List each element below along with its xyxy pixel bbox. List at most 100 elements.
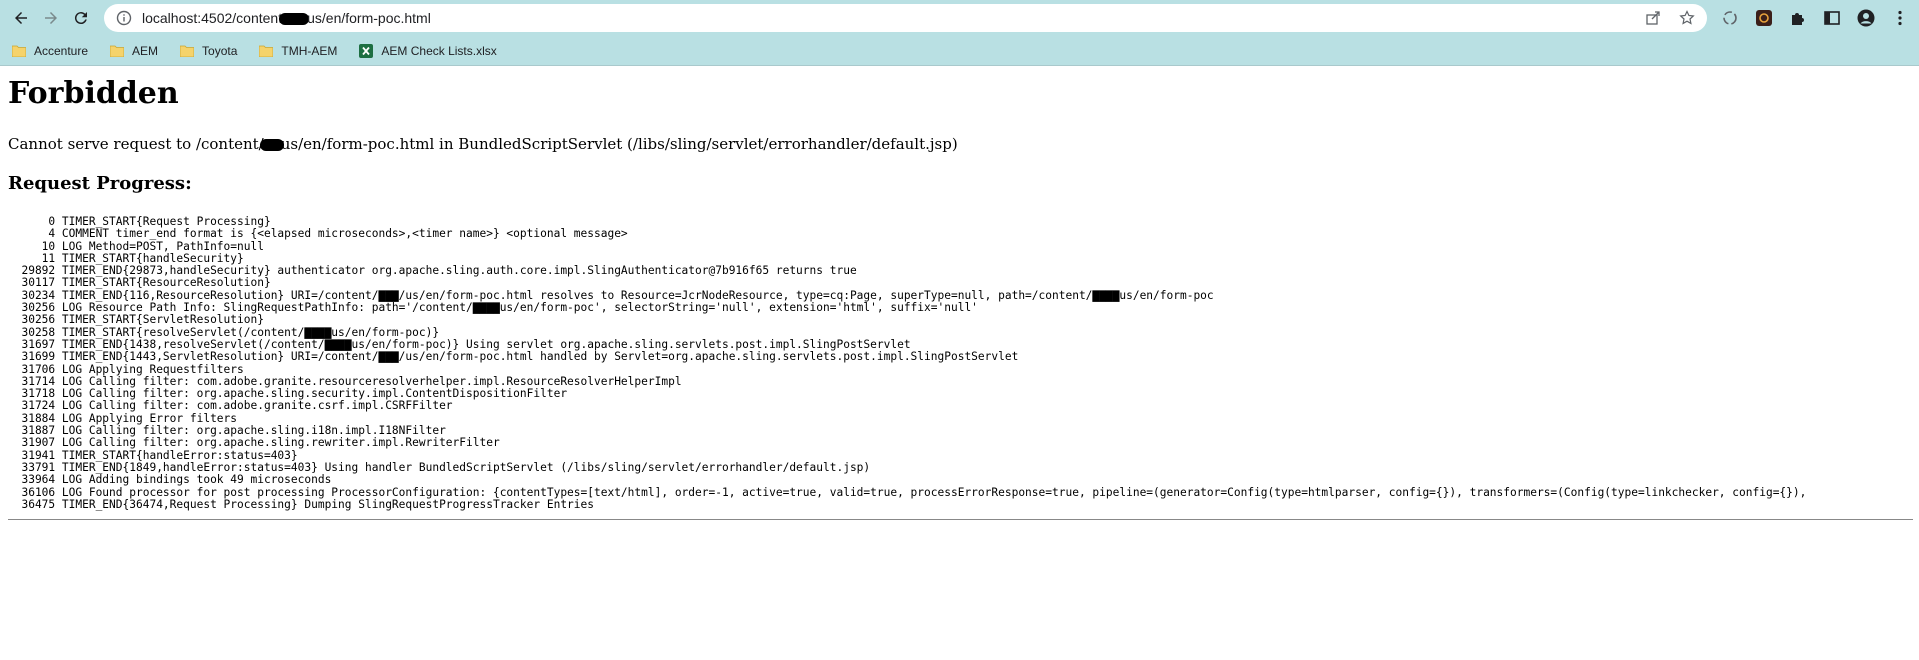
address-bar[interactable]: localhost:4502/content us/en/form-poc.htm… xyxy=(104,4,1707,32)
log-timestamp: 31941 xyxy=(8,448,56,462)
bookmark-tmh-aem[interactable]: TMH-AEM xyxy=(259,44,337,58)
bookmark-label: Toyota xyxy=(202,43,238,58)
log-timestamp: 31706 xyxy=(8,362,56,376)
log-message: LOG Method=POST, PathInfo=null xyxy=(55,239,264,253)
reload-icon xyxy=(74,12,87,25)
folder-icon xyxy=(12,45,26,57)
log-line: 36475 TIMER_END{36474,Request Processing… xyxy=(8,497,1911,511)
bookmark-label: TMH-AEM xyxy=(281,43,338,58)
profile-avatar-icon[interactable] xyxy=(1857,9,1875,27)
redaction xyxy=(279,13,310,26)
log-line: 30256 LOG Resource Path Info: SlingReque… xyxy=(8,301,1911,315)
log-timestamp: 0 xyxy=(8,215,56,228)
log-message: TIMER_END{36474,Request Processing} Dump… xyxy=(55,497,594,511)
log-timestamp: 30258 xyxy=(8,325,56,339)
browser-chrome: localhost:4502/content us/en/form-poc.htm… xyxy=(0,0,1919,66)
log-timestamp: 11 xyxy=(8,251,56,265)
bookmarks-bar: Accenture AEM Toyota TMH-AEM AEM Check L… xyxy=(0,36,1919,66)
more-menu-icon[interactable] xyxy=(1891,9,1909,27)
recycle-extension-icon[interactable] xyxy=(1721,9,1739,27)
folder-icon xyxy=(110,45,125,57)
log-line: 10 LOG Method=POST, PathInfo=null xyxy=(8,239,1911,253)
puzzle-extensions-icon[interactable] xyxy=(1789,9,1807,27)
log-line: 31724 LOG Calling filter: com.adobe.gran… xyxy=(8,400,1911,412)
log-timestamp: 33964 xyxy=(8,473,56,487)
browser-toolbar: localhost:4502/content us/en/form-poc.htm… xyxy=(0,0,1919,36)
folder-icon xyxy=(259,45,274,57)
log-line: 29892 TIMER_END{29873,handleSecurity} au… xyxy=(8,265,1911,277)
back-button[interactable] xyxy=(6,3,36,33)
log-timestamp: 31714 xyxy=(8,374,56,388)
progress-heading: Request Progress: xyxy=(8,173,192,194)
log-message: TIMER_END{29873,handleSecurity} authenti… xyxy=(55,264,857,278)
log-line: 31699 TIMER_END{1443,ServletResolution} … xyxy=(8,351,1911,363)
folder-icon xyxy=(180,45,195,57)
log-line: 4 COMMENT timer_end format is {<elapsed … xyxy=(8,228,1911,240)
log-message: TIMER_END{116,ResourceResolution} URI=/c… xyxy=(55,288,1214,302)
star-icon[interactable] xyxy=(1679,10,1695,26)
bookmark-label: AEM Check Lists.xlsx xyxy=(381,43,497,58)
log-timestamp: 31699 xyxy=(8,350,56,364)
url-prefix: localhost:4502/content xyxy=(142,10,283,26)
log-message: TIMER_START{handleSecurity} xyxy=(55,251,244,265)
divider xyxy=(8,519,1913,521)
log-timestamp: 31907 xyxy=(8,436,56,450)
url-text[interactable]: localhost:4502/content us/en/form-poc.htm… xyxy=(142,10,1645,26)
extensions-area xyxy=(1721,9,1909,27)
log-message: TIMER_END{1438,resolveServlet(/content/▇… xyxy=(55,337,911,351)
bookmark-accenture[interactable]: Accenture xyxy=(12,44,88,58)
info-icon[interactable] xyxy=(116,10,132,26)
log-message: LOG Adding bindings took 49 microseconds xyxy=(55,473,332,487)
camera-extension-icon[interactable] xyxy=(1755,9,1773,27)
reload-button[interactable] xyxy=(66,3,96,33)
log-message: TIMER_START{handleError:status=403} xyxy=(55,448,298,462)
log-timestamp: 36106 xyxy=(8,485,56,499)
log-message: LOG Calling filter: com.adobe.granite.re… xyxy=(55,374,682,388)
bookmark-label: Accenture xyxy=(34,43,89,58)
share-icon[interactable] xyxy=(1645,10,1661,26)
error-page: Forbidden Cannot serve request to /conte… xyxy=(0,76,1919,521)
log-timestamp: 30234 xyxy=(8,288,56,302)
error-message: Cannot serve request to /content/us/en/f… xyxy=(8,135,1911,153)
log-timestamp: 36475 xyxy=(8,497,56,511)
log-timestamp: 33791 xyxy=(8,460,56,474)
log-timestamp: 30256 xyxy=(8,313,56,327)
log-message: LOG Calling filter: com.adobe.granite.cs… xyxy=(55,399,453,413)
log-timestamp: 31718 xyxy=(8,387,56,401)
log-message: LOG Calling filter: org.apache.sling.sec… xyxy=(55,387,568,401)
message-suffix: us/en/form-poc.html in BundledScriptServ… xyxy=(280,135,958,153)
message-prefix: Cannot serve request to /content/ xyxy=(8,135,264,153)
log-timestamp: 10 xyxy=(8,239,56,253)
progress-log: 0 TIMER_START{Request Processing} 4 COMM… xyxy=(8,215,1911,511)
bookmark-label: AEM xyxy=(132,43,159,58)
excel-icon xyxy=(359,43,374,58)
log-message: TIMER_END{1849,handleError:status=403} U… xyxy=(55,460,871,474)
log-message: TIMER_END{1443,ServletResolution} URI=/c… xyxy=(55,350,1019,364)
bookmark-toyota[interactable]: Toyota xyxy=(180,44,237,58)
log-timestamp: 29892 xyxy=(8,264,56,278)
log-message: LOG Applying Error filters xyxy=(55,411,238,425)
log-message: LOG Calling filter: org.apache.sling.rew… xyxy=(55,436,500,450)
forward-button[interactable] xyxy=(36,3,66,33)
log-timestamp: 30256 xyxy=(8,301,56,315)
bookmark-aem[interactable]: AEM xyxy=(110,44,158,58)
side-panel-icon[interactable] xyxy=(1823,9,1841,27)
log-timestamp: 31697 xyxy=(8,337,56,351)
log-timestamp: 4 xyxy=(8,227,56,241)
log-message: TIMER_START{ServletResolution} xyxy=(55,313,264,327)
log-message: TIMER_START{resolveServlet(/content/▇▇▇▇… xyxy=(55,325,440,339)
log-message: TIMER_START{ResourceResolution} xyxy=(55,276,271,290)
log-timestamp: 31724 xyxy=(8,399,56,413)
arrow-left-icon xyxy=(15,12,27,24)
log-message: LOG Calling filter: org.apache.sling.i18… xyxy=(55,424,446,438)
log-message: LOG Resource Path Info: SlingRequestPath… xyxy=(55,301,978,315)
log-timestamp: 31887 xyxy=(8,424,56,438)
page-title: Forbidden xyxy=(8,76,179,111)
log-message: COMMENT timer_end format is {<elapsed mi… xyxy=(55,227,628,241)
log-message: LOG Found processor for post processing … xyxy=(55,485,1807,499)
bookmark-aem-checklists[interactable]: AEM Check Lists.xlsx xyxy=(359,43,497,58)
url-suffix: us/en/form-poc.html xyxy=(307,10,431,26)
log-message: TIMER_START{Request Processing} xyxy=(55,215,271,228)
log-timestamp: 30117 xyxy=(8,276,56,290)
log-message: LOG Applying Requestfilters xyxy=(55,362,244,376)
